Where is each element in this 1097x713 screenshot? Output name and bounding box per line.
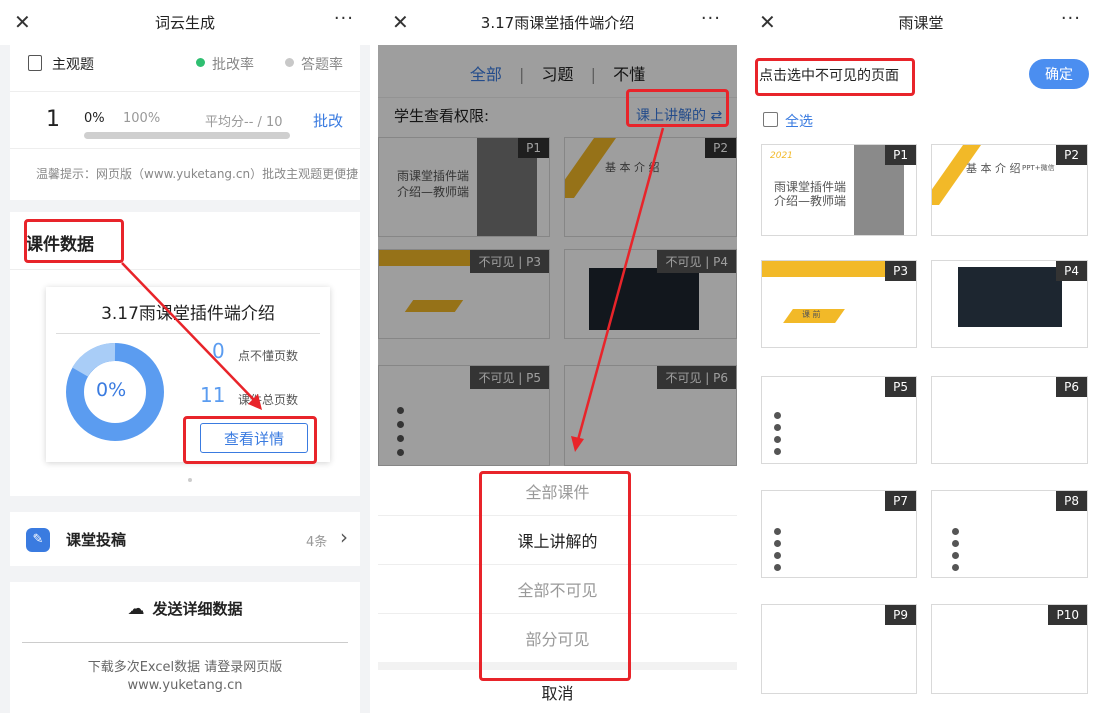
panel-select-invisible: ✕ 雨课堂 ··· 点击选中不可见的页面 确定 全选 2021 雨课堂插件端 介… [745, 0, 1097, 713]
slide-thumb-p6[interactable]: P6 [931, 376, 1088, 464]
select-all-label[interactable]: 全选 [785, 111, 813, 131]
slide-thumb-p8[interactable]: P8 [931, 490, 1088, 578]
slide-thumb-p2[interactable]: 基 本 介 绍 PPT+微信 P2 [931, 144, 1088, 236]
screenshot-stage: ✕ 词云生成 ··· 主观题 批改率 答题率 1 0% 100% 平均分-- /… [0, 0, 1097, 713]
confirm-button[interactable]: 确定 [1029, 59, 1089, 89]
slide-thumb-p3[interactable]: 课 前 P3 [761, 260, 917, 348]
panel-permission: ✕ 3.17雨课堂插件端介绍 ··· 全部 | 习题 | 不懂 学生查看权限: … [378, 0, 737, 713]
page-title: 雨课堂 [898, 14, 944, 32]
annotation-arrow [571, 127, 665, 452]
slide-thumb-p1[interactable]: 2021 雨课堂插件端 介绍—教师端 P1 [761, 144, 917, 236]
slide-thumb-p5[interactable]: P5 [761, 376, 917, 464]
panel-stats: ✕ 词云生成 ··· 主观题 批改率 答题率 1 0% 100% 平均分-- /… [0, 0, 370, 713]
more-icon[interactable]: ··· [1061, 8, 1081, 29]
slide-thumb-p4[interactable]: P4 [931, 260, 1088, 348]
instruction-text: 点击选中不可见的页面 [759, 68, 899, 84]
select-all-checkbox[interactable] [763, 112, 778, 127]
close-icon[interactable]: ✕ [759, 10, 776, 34]
slide-thumb-p9[interactable]: P9 [761, 604, 917, 694]
navbar: ✕ 雨课堂 ··· [745, 0, 1097, 45]
slide-thumb-p7[interactable]: P7 [761, 490, 917, 578]
slide-thumb-p10[interactable]: P10 [931, 604, 1088, 694]
annotation-arrow [121, 262, 262, 410]
